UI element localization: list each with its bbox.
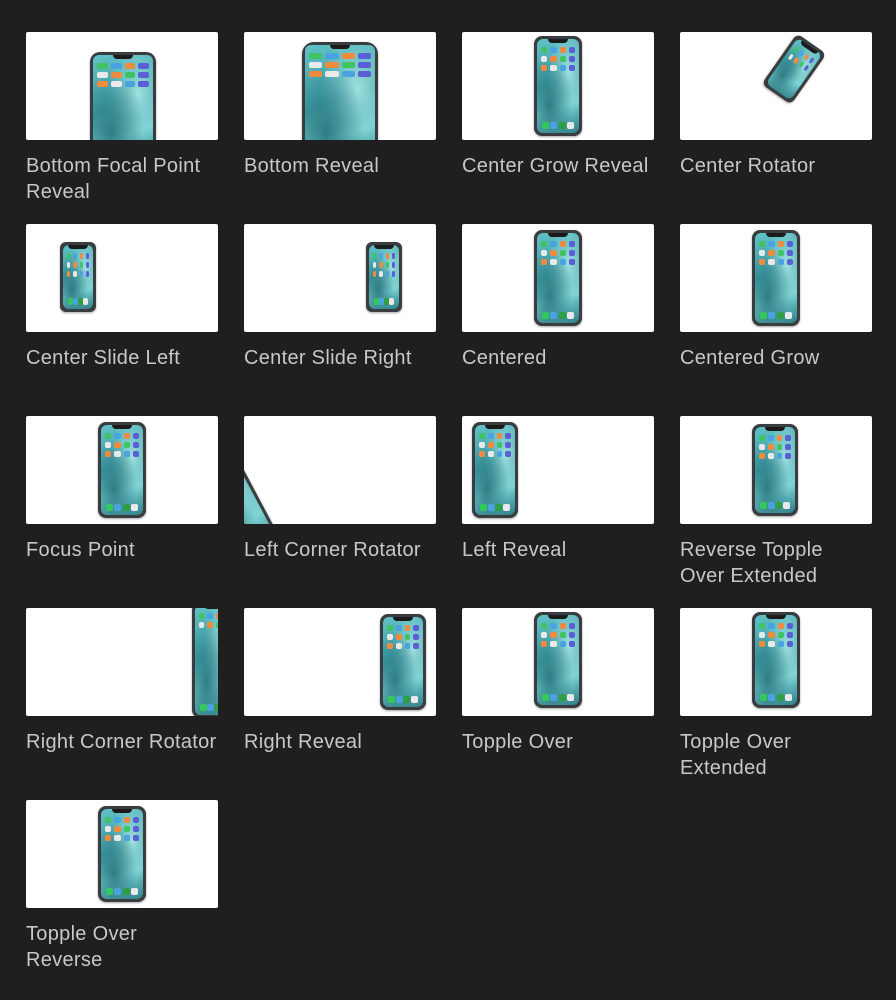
template-thumbnail[interactable] <box>26 416 218 524</box>
template-label: Center Slide Right <box>244 347 412 369</box>
phone-preview-icon <box>244 440 285 524</box>
template-label: Left Reveal <box>462 539 567 561</box>
template-tile-center-slide-left[interactable]: Center Slide Left <box>26 224 218 371</box>
template-label: Left Corner Rotator <box>244 539 421 561</box>
template-thumbnail[interactable] <box>26 800 218 908</box>
template-label: Topple Over <box>462 731 574 753</box>
template-thumbnail[interactable] <box>26 224 218 332</box>
template-tile-bottom-reveal[interactable]: Bottom Reveal <box>244 32 436 179</box>
template-tile-center-slide-right[interactable]: Center Slide Right <box>244 224 436 371</box>
template-label: Bottom Reveal <box>244 155 380 177</box>
template-tile-left-corner-rotator[interactable]: Left Corner Rotator <box>244 416 436 563</box>
template-label: Centered <box>462 347 547 369</box>
template-tile-center-rotator[interactable]: Center Rotator <box>680 32 872 179</box>
template-thumbnail[interactable] <box>26 32 218 140</box>
template-label: Center Grow Reveal <box>462 155 649 177</box>
template-label: Focus Point <box>26 539 135 561</box>
phone-preview-icon <box>752 612 800 708</box>
template-thumbnail[interactable] <box>462 224 654 332</box>
phone-preview-icon <box>366 242 402 312</box>
template-thumbnail[interactable] <box>244 608 436 716</box>
template-thumbnail[interactable] <box>244 32 436 140</box>
template-tile-right-reveal[interactable]: Right Reveal <box>244 608 436 755</box>
template-thumbnail[interactable] <box>462 32 654 140</box>
phone-preview-icon <box>761 33 827 105</box>
template-label: Center Rotator <box>680 155 816 177</box>
template-thumbnail[interactable] <box>680 32 872 140</box>
template-tile-left-reveal[interactable]: Left Reveal <box>462 416 654 563</box>
phone-preview-icon <box>534 612 582 708</box>
template-tile-topple-over-reverse[interactable]: Topple Over Reverse <box>26 800 218 973</box>
phone-preview-icon <box>90 52 156 140</box>
phone-preview-icon <box>380 614 426 710</box>
phone-preview-icon <box>60 242 96 312</box>
template-tile-reverse-topple-over-extended[interactable]: Reverse Topple Over Extended <box>680 416 872 589</box>
template-label: Topple Over Extended <box>680 731 792 779</box>
phone-preview-icon <box>302 42 378 140</box>
template-label: Centered Grow <box>680 347 820 369</box>
phone-preview-icon <box>472 422 518 518</box>
template-tile-topple-over-extended[interactable]: Topple Over Extended <box>680 608 872 781</box>
phone-preview-icon <box>192 608 218 716</box>
template-label: Bottom Focal Point Reveal <box>26 155 201 203</box>
template-label: Right Corner Rotator <box>26 731 217 753</box>
template-tile-bottom-focal-point-reveal[interactable]: Bottom Focal Point Reveal <box>26 32 218 205</box>
template-tile-topple-over[interactable]: Topple Over <box>462 608 654 755</box>
template-thumbnail[interactable] <box>680 608 872 716</box>
phone-preview-icon <box>752 424 798 516</box>
template-tile-right-corner-rotator[interactable]: Right Corner Rotator <box>26 608 218 755</box>
phone-preview-icon <box>534 36 582 136</box>
template-thumbnail[interactable] <box>680 224 872 332</box>
phone-preview-icon <box>534 230 582 326</box>
template-label: Right Reveal <box>244 731 363 753</box>
template-tile-centered-grow[interactable]: Centered Grow <box>680 224 872 371</box>
template-label: Topple Over Reverse <box>26 923 138 971</box>
template-thumbnail[interactable] <box>680 416 872 524</box>
template-thumbnail[interactable] <box>244 416 436 524</box>
template-gallery: Bottom Focal Point Reveal Bottom Reveal … <box>0 0 896 1000</box>
template-thumbnail[interactable] <box>26 608 218 716</box>
template-label: Center Slide Left <box>26 347 181 369</box>
template-thumbnail[interactable] <box>462 416 654 524</box>
phone-preview-icon <box>752 230 800 326</box>
template-tile-focus-point[interactable]: Focus Point <box>26 416 218 563</box>
template-tile-centered[interactable]: Centered <box>462 224 654 371</box>
template-tile-center-grow-reveal[interactable]: Center Grow Reveal <box>462 32 654 179</box>
phone-preview-icon <box>98 422 146 518</box>
template-label: Reverse Topple Over Extended <box>680 539 823 587</box>
template-thumbnail[interactable] <box>244 224 436 332</box>
phone-preview-icon <box>98 806 146 902</box>
template-thumbnail[interactable] <box>462 608 654 716</box>
